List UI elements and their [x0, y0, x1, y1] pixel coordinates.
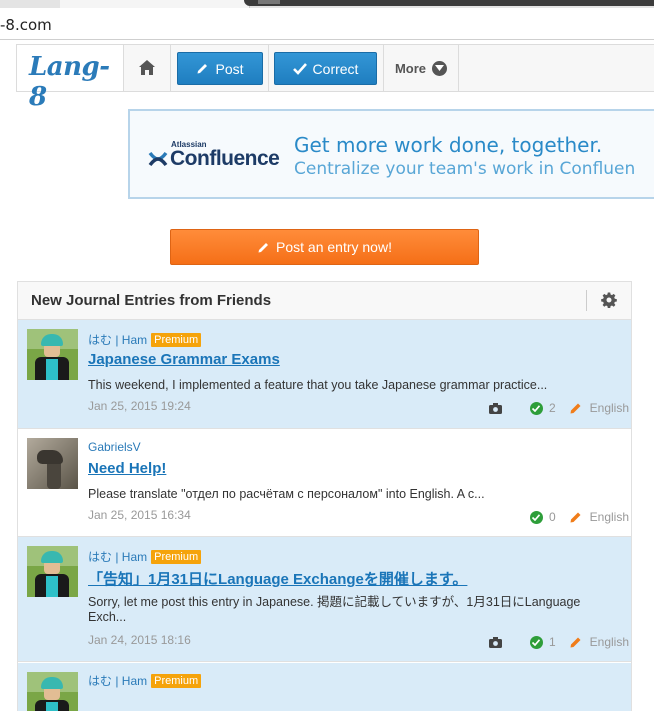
correction-count: 0 [548, 510, 556, 524]
panel-title: New Journal Entries from Friends [31, 292, 272, 309]
entry-date: Jan 24, 2015 18:16 [88, 633, 191, 647]
checkmark-icon [292, 62, 307, 75]
post-cell: Post [171, 45, 269, 91]
correct-cell: Correct [269, 45, 384, 91]
journal-panel: New Journal Entries from Friends はむ | Ha… [17, 281, 632, 711]
entry-excerpt: Please translate "отдел по расчётам с пе… [88, 487, 485, 501]
correction-check-icon [529, 401, 543, 415]
home-button[interactable] [124, 45, 171, 91]
ad-headline: Get more work done, together. [294, 133, 603, 157]
panel-header: New Journal Entries from Friends [18, 282, 631, 320]
entry-author: はむ | Ham Premium [88, 548, 202, 565]
correction-count: 1 [548, 635, 556, 649]
chevron-down-icon [432, 60, 448, 76]
entry-meta: 0 English [529, 510, 629, 524]
entry-title-link[interactable]: 「告知」1月31日にLanguage Exchangeを開催します。 [88, 568, 467, 589]
ad-subline: Centralize your team's work in Confluen [294, 159, 636, 179]
ad-brand: Confluence [170, 147, 280, 170]
entry-author: GabrielsV [88, 440, 141, 454]
entry-meta: 1 English [488, 635, 629, 649]
journal-entry: GabrielsV Need Help! Please translate "о… [18, 429, 631, 537]
entry-date: Jan 25, 2015 16:34 [88, 508, 191, 522]
author-link[interactable]: はむ | Ham [88, 672, 147, 689]
correct-button-label: Correct [312, 60, 359, 77]
language-pencil-icon [570, 637, 581, 648]
correct-button[interactable]: Correct [274, 52, 377, 85]
post-entry-label: Post an entry now! [276, 239, 392, 255]
more-label: More [394, 60, 427, 76]
journal-entry: はむ | Ham Premium Japanese Grammar Exams … [18, 320, 631, 429]
home-icon [139, 60, 155, 75]
logo[interactable]: Lang-8 [17, 45, 124, 112]
author-link[interactable]: GabrielsV [88, 440, 141, 454]
entry-excerpt: Sorry, let me post this entry in Japanes… [88, 595, 581, 624]
gear-icon[interactable] [601, 292, 617, 308]
confluence-logo-icon [148, 151, 168, 167]
pencil-icon [258, 242, 269, 252]
avatar[interactable] [27, 546, 78, 597]
avatar[interactable] [27, 672, 78, 711]
author-link[interactable]: はむ | Ham [88, 548, 147, 565]
post-entry-button[interactable]: Post an entry now! [170, 229, 479, 265]
entry-meta: 2 English [488, 401, 629, 415]
correction-check-icon [529, 635, 543, 649]
correction-count: 2 [548, 401, 556, 415]
premium-badge: Premium [151, 673, 202, 688]
site-header: Lang-8 Post Correct More [16, 44, 654, 112]
entry-language: English [589, 510, 629, 524]
url-text[interactable]: -8.com [0, 16, 52, 34]
camera-icon [488, 402, 502, 414]
ad-banner[interactable]: Atlassian Confluence Get more work done,… [128, 109, 654, 199]
author-link[interactable]: はむ | Ham [88, 331, 147, 348]
more-menu[interactable]: More [384, 45, 459, 91]
entry-excerpt: This weekend, I implemented a feature th… [88, 378, 548, 392]
post-button[interactable]: Post [177, 52, 263, 85]
premium-badge: Premium [151, 332, 202, 347]
entry-language: English [589, 401, 629, 415]
avatar[interactable] [27, 329, 78, 380]
divider [586, 290, 587, 311]
entry-author: はむ | Ham Premium [88, 672, 202, 689]
ad-logo: Confluence [148, 147, 280, 171]
entry-author: はむ | Ham Premium [88, 331, 202, 348]
entry-date: Jan 25, 2015 19:24 [88, 399, 191, 413]
language-pencil-icon [570, 512, 581, 523]
premium-badge: Premium [151, 549, 202, 564]
entry-title-link[interactable]: Need Help! [88, 460, 166, 477]
entry-title-link[interactable]: Japanese Grammar Exams [88, 351, 280, 368]
journal-entry: はむ | Ham Premium [18, 663, 631, 711]
logo-text[interactable]: Lang-8 [29, 52, 123, 112]
language-pencil-icon [570, 403, 581, 414]
pencil-icon [197, 64, 208, 74]
post-button-label: Post [215, 60, 244, 77]
avatar[interactable] [27, 438, 78, 489]
journal-entry: はむ | Ham Premium 「告知」1月31日にLanguage Exch… [18, 537, 631, 662]
browser-tab-active[interactable] [244, 0, 654, 6]
camera-icon [488, 636, 502, 648]
browser-tab-strip [0, 0, 654, 8]
address-bar[interactable]: -8.com [0, 8, 654, 40]
correction-check-icon [529, 510, 543, 524]
entry-language: English [589, 635, 629, 649]
browser-tab[interactable] [60, 0, 250, 8]
